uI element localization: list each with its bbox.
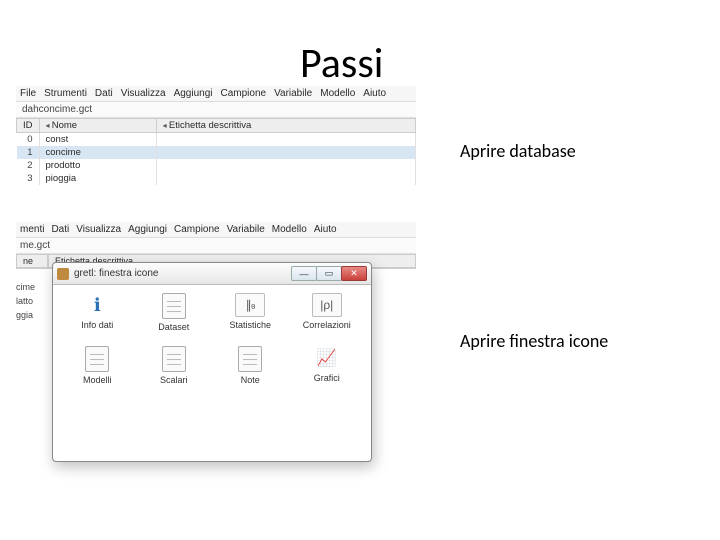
icon-label: Scalari: [160, 375, 188, 385]
icon-label: Statistiche: [229, 320, 271, 330]
col-nome[interactable]: Nome: [39, 119, 156, 133]
menubar-truncated: menti Dati Visualizza Aggiungi Campione …: [16, 222, 416, 238]
modelli-icon: [85, 346, 109, 372]
dataset-icon: [162, 293, 186, 319]
info-dati-icon: ℹ: [82, 293, 112, 317]
window-title: gretl: finestra icone: [74, 268, 159, 279]
cell-name: const: [39, 133, 156, 147]
cell-name: concime: [39, 146, 156, 159]
slide-title: Passi: [300, 38, 383, 89]
desktop-icon[interactable]: Dataset: [158, 293, 189, 332]
screenshot-database: File Strumenti Dati Visualizza Aggiungi …: [16, 86, 416, 185]
list-item: ggia: [16, 308, 35, 322]
icon-label: Correlazioni: [303, 320, 351, 330]
icon-grid: ℹ Info dati Dataset ∥₀ Statistiche |ρ| Correla…: [53, 285, 371, 393]
menu-item[interactable]: Visualizza: [76, 224, 121, 235]
variable-table: ID Nome Etichetta descrittiva 0const 1co…: [16, 118, 416, 185]
list-item: latto: [16, 294, 35, 308]
cell-id: 2: [17, 159, 40, 172]
menu-visualizza[interactable]: Visualizza: [121, 88, 166, 99]
menu-file[interactable]: File: [20, 88, 36, 99]
menu-item[interactable]: Dati: [51, 224, 69, 235]
menu-item[interactable]: Aiuto: [314, 224, 337, 235]
side-rows-truncated: cime latto ggia: [16, 280, 35, 322]
app-icon: [57, 268, 69, 280]
cell-id: 1: [17, 146, 40, 159]
menu-dati[interactable]: Dati: [95, 88, 113, 99]
menu-item[interactable]: Aggiungi: [128, 224, 167, 235]
cell-id: 0: [17, 133, 40, 147]
menu-item[interactable]: Variabile: [227, 224, 265, 235]
menu-strumenti[interactable]: Strumenti: [44, 88, 87, 99]
desktop-icon[interactable]: ∥₀ Statistiche: [229, 293, 271, 332]
table-row[interactable]: 3pioggia: [17, 172, 416, 185]
close-button[interactable]: ✕: [341, 266, 367, 281]
icon-label: Info dati: [81, 320, 113, 330]
note-icon: [238, 346, 262, 372]
menu-aggiungi[interactable]: Aggiungi: [174, 88, 213, 99]
icon-label: Modelli: [83, 375, 112, 385]
desktop-icon[interactable]: |ρ| Correlazioni: [303, 293, 351, 332]
minimize-button[interactable]: —: [291, 266, 317, 281]
desktop-icon[interactable]: Note: [238, 346, 262, 385]
icon-label: Note: [241, 375, 260, 385]
maximize-button[interactable]: ▭: [316, 266, 342, 281]
cell-id: 3: [17, 172, 40, 185]
titlebar[interactable]: gretl: finestra icone — ▭ ✕: [53, 263, 371, 285]
table-row[interactable]: 0const: [17, 133, 416, 147]
menu-modello[interactable]: Modello: [320, 88, 355, 99]
filename-bar: dahconcime.gct: [16, 102, 416, 118]
menu-campione[interactable]: Campione: [220, 88, 266, 99]
menubar: File Strumenti Dati Visualizza Aggiungi …: [16, 86, 416, 102]
scalari-icon: [162, 346, 186, 372]
menu-item[interactable]: Modello: [272, 224, 307, 235]
icon-window: gretl: finestra icone — ▭ ✕ ℹ Info dati Da…: [52, 262, 372, 462]
col-etichetta[interactable]: Etichetta descrittiva: [156, 119, 415, 133]
caption-aprire-finestra-icone: Aprire finestra icone: [460, 330, 608, 352]
grafici-icon: 📈: [312, 346, 342, 370]
icon-label: Grafici: [314, 373, 340, 383]
col-id[interactable]: ID: [17, 119, 40, 133]
menu-item[interactable]: menti: [20, 224, 44, 235]
cell-name: pioggia: [39, 172, 156, 185]
statistiche-icon: ∥₀: [235, 293, 265, 317]
table-row[interactable]: 2prodotto: [17, 159, 416, 172]
desktop-icon[interactable]: ℹ Info dati: [81, 293, 113, 332]
caption-aprire-database: Aprire database: [460, 140, 576, 162]
correlazioni-icon: |ρ|: [312, 293, 342, 317]
table-row[interactable]: 1concime: [17, 146, 416, 159]
list-item: cime: [16, 280, 35, 294]
menu-item[interactable]: Campione: [174, 224, 220, 235]
desktop-icon[interactable]: Scalari: [160, 346, 188, 385]
col-frag: ne: [16, 254, 48, 268]
cell-name: prodotto: [39, 159, 156, 172]
desktop-icon[interactable]: 📈 Grafici: [312, 346, 342, 385]
filename-bar-2: me.gct: [16, 238, 416, 254]
menu-variabile[interactable]: Variabile: [274, 88, 312, 99]
icon-label: Dataset: [158, 322, 189, 332]
desktop-icon[interactable]: Modelli: [83, 346, 112, 385]
menu-aiuto[interactable]: Aiuto: [363, 88, 386, 99]
